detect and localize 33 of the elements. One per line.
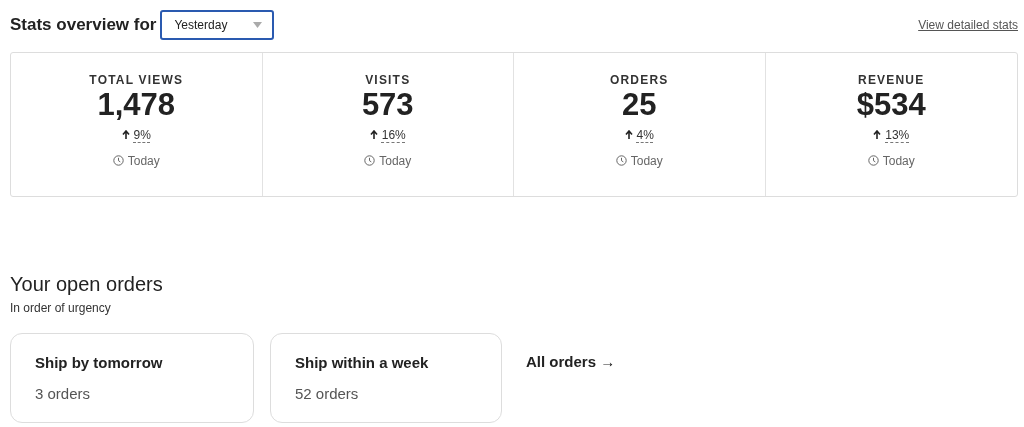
clock-icon <box>112 155 124 167</box>
caret-icon <box>253 22 263 28</box>
stat-label: ORDERS <box>609 72 669 89</box>
stat-label: TOTAL VIEWS <box>89 72 184 89</box>
change-percent[interactable]: 13% <box>885 125 910 144</box>
period-note: Today <box>379 152 412 170</box>
section-title: Your open orders <box>10 272 164 297</box>
clock-icon <box>867 155 879 167</box>
order-card[interactable]: Ship within a week 52 orders <box>270 333 502 423</box>
stat-label: VISITS <box>365 72 411 89</box>
stat-value: $534 <box>856 89 926 122</box>
order-count: 52 orders <box>295 383 360 404</box>
card-title: Ship by tomorrow <box>35 353 164 373</box>
period-select[interactable]: Yesterday <box>160 10 275 40</box>
stat-label: REVENUE <box>858 72 925 89</box>
change-percent[interactable]: 16% <box>381 125 406 144</box>
clock-icon <box>364 155 376 167</box>
period-note: Today <box>630 152 663 170</box>
section-subtitle: In order of urgency <box>10 300 112 317</box>
stat-value: 25 <box>622 89 657 122</box>
card-title: Ship within a week <box>295 353 430 373</box>
order-count: 3 orders <box>35 383 92 404</box>
stat-value: 1,478 <box>97 89 176 122</box>
change-percent[interactable]: 4% <box>636 125 654 144</box>
period-note: Today <box>127 152 160 170</box>
all-orders-link[interactable]: All orders → <box>526 351 616 423</box>
order-card[interactable]: Ship by tomorrow 3 orders <box>10 333 254 423</box>
change-percent[interactable]: 9% <box>133 125 151 144</box>
stat-value: 573 <box>361 89 414 122</box>
clock-icon <box>615 155 627 167</box>
view-stats-link[interactable]: View detailed stats <box>918 16 1018 34</box>
page-title: Stats overview for <box>10 14 157 37</box>
period-note: Today <box>882 152 915 170</box>
